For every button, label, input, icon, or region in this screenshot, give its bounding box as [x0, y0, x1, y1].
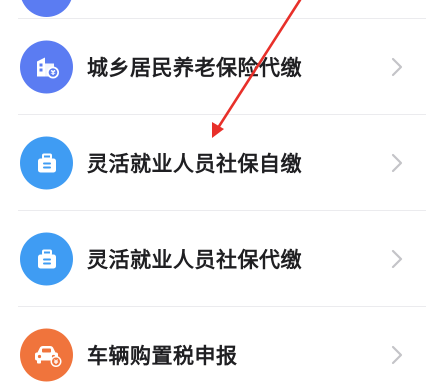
item-label: 城乡居民养老保险代缴 — [87, 56, 302, 80]
item-label: 车辆购置税申报 — [87, 344, 238, 368]
building-id-icon: ¥ — [20, 40, 73, 94]
partial-icon — [20, 0, 73, 17]
svg-text:¥: ¥ — [53, 358, 58, 366]
briefcase-icon — [20, 136, 73, 190]
item-label: 灵活就业人员社保代缴 — [87, 248, 302, 272]
list-item-partial[interactable] — [0, 0, 426, 19]
list-item-flexible-employment-proxy-payment[interactable]: 灵活就业人员社保代缴 — [0, 211, 426, 307]
chevron-right-icon — [391, 57, 403, 77]
list-item-vehicle-purchase-tax[interactable]: ¥ 车辆购置税申报 — [0, 307, 426, 387]
list-item-flexible-employment-self-payment[interactable]: 灵活就业人员社保自缴 — [0, 115, 426, 211]
service-list: ¥ 城乡居民养老保险代缴 灵活就业人员社保自缴 灵活就业人员社保代缴 ¥ 车辆购… — [0, 0, 426, 387]
screen: ¥ 城乡居民养老保险代缴 灵活就业人员社保自缴 灵活就业人员社保代缴 ¥ 车辆购… — [0, 0, 426, 387]
car-tax-icon: ¥ — [20, 328, 73, 382]
item-label: 灵活就业人员社保自缴 — [87, 152, 302, 176]
svg-text:¥: ¥ — [50, 69, 55, 77]
chevron-right-icon — [391, 249, 403, 269]
chevron-right-icon — [391, 345, 403, 365]
list-item-pension-proxy-payment[interactable]: ¥ 城乡居民养老保险代缴 — [0, 19, 426, 115]
briefcase-icon — [20, 232, 73, 286]
chevron-right-icon — [391, 153, 403, 173]
